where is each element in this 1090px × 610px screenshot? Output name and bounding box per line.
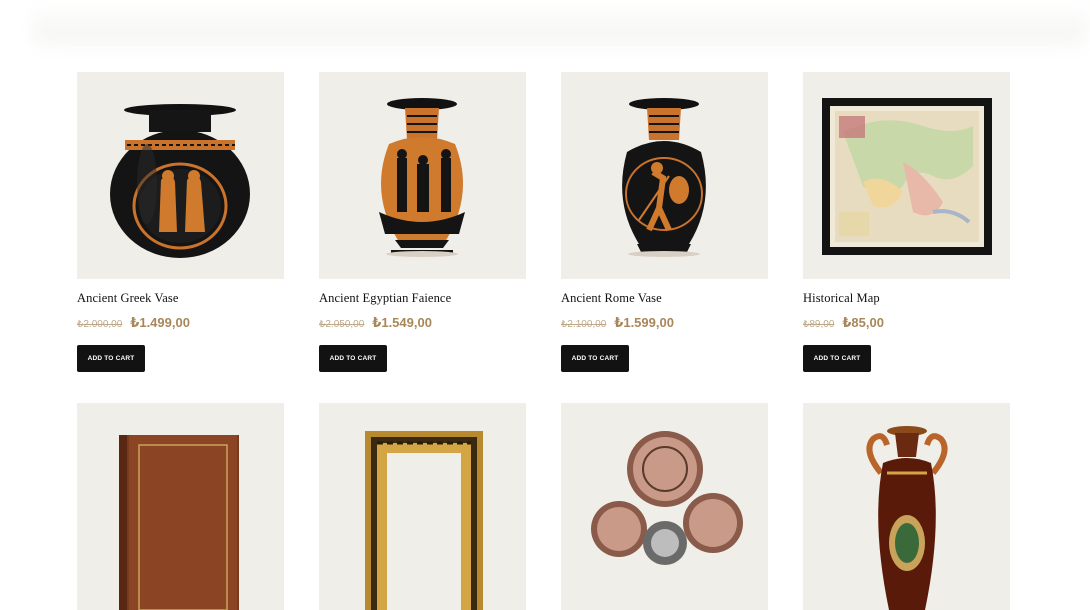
product-card: Ancient Rome Vase ₺2.100,00 ₺1.599,00 AD… bbox=[561, 72, 768, 372]
product-card bbox=[803, 403, 1010, 610]
old-price: ₺2.050,00 bbox=[319, 319, 365, 330]
old-price: ₺2.000,00 bbox=[77, 319, 123, 330]
roman-vase-icon bbox=[622, 98, 706, 257]
product-image-urn[interactable] bbox=[803, 403, 1010, 610]
astronomical-clock-icon bbox=[591, 431, 743, 565]
leather-book-icon bbox=[119, 435, 239, 610]
product-card: Historical Map ₺89,00 ₺85,00 ADD TO CART bbox=[803, 72, 1010, 372]
framed-map-icon bbox=[822, 98, 992, 255]
product-card bbox=[561, 403, 768, 610]
old-price: ₺89,00 bbox=[803, 319, 835, 330]
product-image-historical-map[interactable] bbox=[803, 72, 1010, 279]
old-price: ₺2.100,00 bbox=[561, 319, 607, 330]
egyptian-amphora-icon bbox=[379, 98, 465, 257]
product-title[interactable]: Ancient Egyptian Faience bbox=[319, 290, 526, 306]
product-image-frame[interactable] bbox=[319, 403, 526, 610]
product-image-rome-vase[interactable] bbox=[561, 72, 768, 279]
add-to-cart-button[interactable]: ADD TO CART bbox=[561, 345, 629, 372]
product-image-book[interactable] bbox=[77, 403, 284, 610]
add-to-cart-button[interactable]: ADD TO CART bbox=[319, 345, 387, 372]
product-image-egyptian-faience[interactable] bbox=[319, 72, 526, 279]
sale-price: ₺1.599,00 bbox=[614, 315, 674, 330]
sale-price: ₺85,00 bbox=[842, 315, 884, 330]
product-price: ₺2.100,00 ₺1.599,00 bbox=[561, 315, 768, 331]
product-price: ₺2.000,00 ₺1.499,00 bbox=[77, 315, 284, 331]
gilded-frame-icon bbox=[365, 431, 483, 610]
sale-price: ₺1.549,00 bbox=[372, 315, 432, 330]
product-title[interactable]: Historical Map bbox=[803, 290, 1010, 306]
ornate-urn-icon bbox=[866, 426, 948, 610]
product-card bbox=[77, 403, 284, 610]
product-image-clock[interactable] bbox=[561, 403, 768, 610]
header-shadow bbox=[30, 0, 1090, 58]
product-card bbox=[319, 403, 526, 610]
product-title[interactable]: Ancient Rome Vase bbox=[561, 290, 768, 306]
product-image-greek-vase[interactable] bbox=[77, 72, 284, 279]
product-card: Ancient Egyptian Faience ₺2.050,00 ₺1.54… bbox=[319, 72, 526, 372]
sale-price: ₺1.499,00 bbox=[130, 315, 190, 330]
product-price: ₺2.050,00 ₺1.549,00 bbox=[319, 315, 526, 331]
greek-vase-icon bbox=[110, 104, 250, 258]
add-to-cart-button[interactable]: ADD TO CART bbox=[803, 345, 871, 372]
product-title[interactable]: Ancient Greek Vase bbox=[77, 290, 284, 306]
product-price: ₺89,00 ₺85,00 bbox=[803, 315, 1010, 331]
product-card: Ancient Greek Vase ₺2.000,00 ₺1.499,00 A… bbox=[77, 72, 284, 372]
add-to-cart-button[interactable]: ADD TO CART bbox=[77, 345, 145, 372]
